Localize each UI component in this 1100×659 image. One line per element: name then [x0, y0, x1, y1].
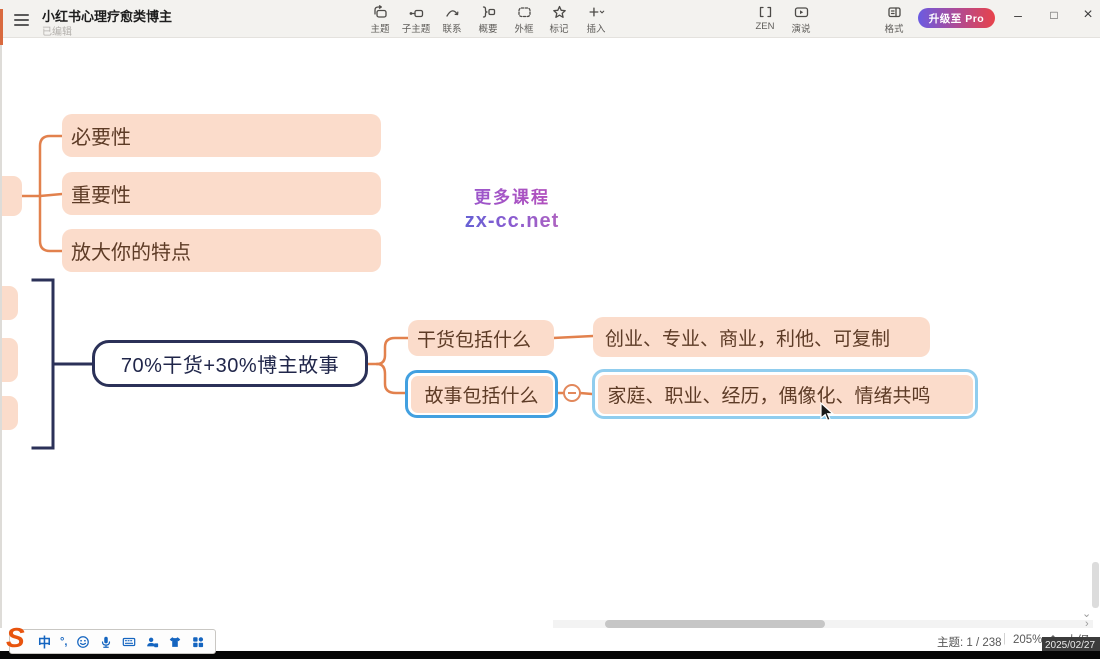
- marker-label: 标记: [549, 21, 568, 35]
- ime-account-icon[interactable]: [145, 635, 159, 649]
- topic-story-detail-text: 家庭、职业、经历，偶像化、情绪共鸣: [598, 375, 973, 414]
- watermark-line2: zx-cc.net: [412, 210, 612, 233]
- ime-punctuation-toggle[interactable]: °,: [60, 636, 67, 648]
- insert-plus-icon: [588, 4, 605, 20]
- background-window-sliver: [0, 9, 3, 45]
- marker-star-icon: [551, 4, 568, 20]
- marker-button[interactable]: 标记: [541, 4, 577, 36]
- horizontal-scrollbar-thumb[interactable]: [605, 620, 825, 628]
- topic-count: 主题: 1 / 238: [937, 634, 1002, 650]
- summary-topic[interactable]: 70%干货+30%博主故事: [92, 340, 368, 387]
- sogou-logo-icon[interactable]: S: [6, 624, 25, 652]
- upgrade-pro-button[interactable]: 升级至 Pro: [918, 8, 995, 28]
- collapse-branch-button[interactable]: [563, 384, 581, 402]
- ime-toolbar[interactable]: S 中 °,: [9, 629, 216, 654]
- zen-label: ZEN: [756, 21, 775, 32]
- watermark: 更多课程 zx-cc.net: [412, 183, 612, 233]
- insert-label: 插入: [586, 21, 605, 35]
- status-separator: |: [1003, 633, 1006, 645]
- ime-emoji-icon[interactable]: [76, 635, 90, 649]
- topic-amplify-traits[interactable]: 放大你的特点: [62, 229, 381, 272]
- topic-necessity[interactable]: 必要性: [62, 114, 381, 157]
- relationship-label: 联系: [442, 21, 461, 35]
- subtopic-button[interactable]: 子主题: [398, 4, 434, 36]
- partial-topic-3[interactable]: [0, 396, 18, 430]
- topic-story-detail[interactable]: 家庭、职业、经历，偶像化、情绪共鸣: [592, 369, 978, 419]
- ime-keyboard-icon[interactable]: [122, 635, 136, 649]
- presentation-play-icon: [793, 4, 810, 20]
- relationship-icon: [444, 4, 461, 20]
- boundary-icon: [516, 4, 533, 20]
- close-icon[interactable]: ×: [1071, 0, 1100, 30]
- partial-parent-topic[interactable]: [0, 176, 22, 216]
- vertical-scrollbar-thumb[interactable]: [1092, 562, 1099, 608]
- topic-story-include[interactable]: 故事包括什么: [405, 370, 558, 418]
- summary-button[interactable]: 概要: [470, 4, 506, 36]
- ime-skin-icon[interactable]: [168, 635, 182, 649]
- minimize-icon[interactable]: –: [1001, 0, 1035, 30]
- ime-language-mode[interactable]: 中: [38, 632, 51, 651]
- partial-topic-2[interactable]: [0, 338, 18, 382]
- zen-brackets-icon: [757, 4, 774, 20]
- subtopic-icon: [408, 4, 425, 20]
- document-edited-status: 已编辑: [42, 23, 72, 38]
- titlebar: 小红书心理疗愈类博主 已编辑 主题 子主题 联系 概要 外框: [0, 0, 1100, 38]
- partial-topic-1[interactable]: [0, 286, 18, 320]
- presentation-button[interactable]: 演说: [783, 4, 819, 36]
- topic-drygoods-detail[interactable]: 创业、专业、商业，利他、可复制: [593, 317, 930, 357]
- topic-icon: [372, 4, 389, 20]
- format-button[interactable]: 格式: [876, 4, 912, 36]
- topic-button[interactable]: 主题: [362, 4, 398, 36]
- topic-drygoods-include[interactable]: 干货包括什么: [408, 320, 554, 356]
- hamburger-menu-icon[interactable]: [14, 11, 32, 26]
- boundary-label: 外框: [514, 21, 533, 35]
- ime-microphone-icon[interactable]: [99, 635, 113, 649]
- format-label: 格式: [884, 21, 903, 35]
- boundary-button[interactable]: 外框: [506, 4, 542, 36]
- watermark-line1: 更多课程: [412, 183, 612, 208]
- zen-button[interactable]: ZEN: [747, 4, 783, 36]
- ime-toolbox-icon[interactable]: [191, 635, 205, 649]
- summary-icon: [480, 4, 497, 20]
- summary-label: 概要: [478, 21, 497, 35]
- topic-label: 主题: [370, 21, 389, 35]
- presentation-label: 演说: [791, 21, 810, 35]
- maximize-icon[interactable]: □: [1037, 0, 1071, 30]
- relationship-button[interactable]: 联系: [434, 4, 470, 36]
- topic-importance[interactable]: 重要性: [62, 172, 381, 215]
- zoom-level[interactable]: 205%: [1013, 634, 1042, 646]
- topic-story-include-text: 故事包括什么: [411, 376, 553, 413]
- window-left-edge: [0, 38, 2, 628]
- scroll-right-arrow-icon[interactable]: ›: [1085, 618, 1089, 630]
- insert-button[interactable]: 插入: [578, 4, 614, 36]
- format-panel-icon: [886, 4, 903, 20]
- subtopic-label: 子主题: [402, 21, 431, 35]
